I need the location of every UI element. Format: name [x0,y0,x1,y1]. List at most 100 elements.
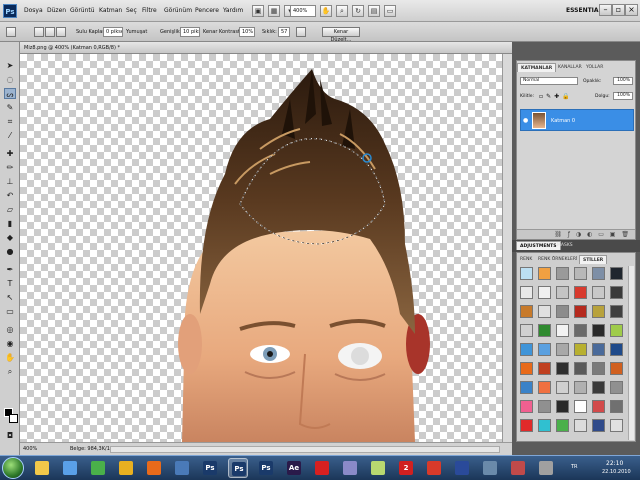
style-swatch[interactable] [520,267,533,280]
style-swatch[interactable] [610,305,623,318]
style-swatch[interactable] [538,419,551,432]
opacity-input[interactable]: 100% [613,77,633,85]
style-swatch[interactable] [610,419,623,432]
style-swatch[interactable] [538,400,551,413]
style-swatch[interactable] [592,419,605,432]
eye-icon[interactable]: ● [523,117,528,124]
arrange-documents-icon[interactable]: ▤ [368,5,380,17]
style-swatch[interactable] [520,400,533,413]
vertical-scrollbar[interactable] [502,54,512,442]
style-swatch[interactable] [574,400,587,413]
lock-icons[interactable]: ▫✎✚🔒 [539,93,573,100]
style-swatch[interactable] [592,343,605,356]
style-swatch[interactable] [556,400,569,413]
taskbar-app-icon[interactable] [116,458,136,478]
style-swatch[interactable] [520,419,533,432]
style-swatch[interactable] [538,286,551,299]
move-tool-icon[interactable]: ➤ [4,60,16,71]
dodge-tool-icon[interactable]: ● [4,246,16,257]
eyedropper-tool-icon[interactable]: ⁄ [4,130,16,141]
taskbar-app-icon[interactable] [340,458,360,478]
style-swatch[interactable] [592,305,605,318]
style-swatch[interactable] [520,305,533,318]
lasso-preset-icon[interactable] [6,27,16,37]
style-swatch[interactable] [538,381,551,394]
healing-brush-icon[interactable]: ✚ [4,148,16,159]
taskbar-app-icon[interactable]: 2 [396,458,416,478]
style-swatch[interactable] [574,343,587,356]
path-selection-icon[interactable]: ↖ [4,292,16,303]
taskbar-app-icon[interactable] [508,458,528,478]
language-indicator[interactable]: TR [571,464,578,470]
gradient-tool-icon[interactable]: ▮ [4,218,16,229]
3d-rotate-icon[interactable]: ◎ [4,324,16,335]
layer-row[interactable]: ● Katman 0 [520,109,634,131]
taskbar-app-icon[interactable] [368,458,388,478]
style-swatch[interactable] [574,419,587,432]
tab-channels[interactable]: KANALLAR [555,63,585,72]
menu-filtre[interactable]: Filtre [142,7,157,14]
style-swatch[interactable] [520,286,533,299]
menu-sec[interactable]: Seç [126,7,137,14]
history-brush-icon[interactable]: ↶ [4,190,16,201]
taskbar-app-icon[interactable] [60,458,80,478]
start-button[interactable] [2,457,24,479]
width-input[interactable]: 10 piksel [180,27,200,37]
mini-bridge-icon[interactable]: ▦ [268,5,280,17]
clock-time[interactable]: 22:10 [606,460,623,467]
type-tool-icon[interactable]: T [4,278,16,289]
tab-swatches[interactable]: RENK ÖRNEKLERİ [535,255,580,264]
minimize-icon[interactable]: – [599,4,612,16]
style-swatch[interactable] [520,324,533,337]
taskbar-app-icon[interactable] [88,458,108,478]
tab-styles[interactable]: STİLLER [579,255,608,264]
style-swatch[interactable] [556,286,569,299]
horizontal-scrollbar[interactable] [110,446,500,453]
taskbar-app-icon[interactable] [312,458,332,478]
3d-camera-icon[interactable]: ◉ [4,338,16,349]
style-swatch[interactable] [556,305,569,318]
style-swatch[interactable] [592,400,605,413]
crop-tool-icon[interactable]: ⌗ [4,116,16,127]
taskbar-app-icon[interactable] [480,458,500,478]
style-swatch[interactable] [520,381,533,394]
hand-tool-icon[interactable]: ✋ [320,5,332,17]
style-swatch[interactable] [610,343,623,356]
style-swatch[interactable] [520,362,533,375]
clock-date[interactable]: 22.10.2010 [602,469,631,475]
menu-duzen[interactable]: Düzen [47,7,66,14]
taskbar-app-icon[interactable]: Ps [200,458,220,478]
style-swatch[interactable] [574,305,587,318]
blur-tool-icon[interactable]: ◆ [4,232,16,243]
style-swatch[interactable] [556,362,569,375]
document-tab[interactable]: Miz8.png @ 400% (Katman 0,RGB/8) * [20,42,512,54]
zoom-tool-icon[interactable]: ⌕ [336,5,348,17]
canvas[interactable] [20,54,502,442]
rotate-view-icon[interactable]: ↻ [352,5,364,17]
screen-mode-icon[interactable]: ▭ [384,5,396,17]
menu-pencere[interactable]: Pencere [195,7,219,14]
menu-dosya[interactable]: Dosya [24,7,43,14]
contrast-input[interactable]: 10% [239,27,255,37]
quick-selection-tool-icon[interactable]: ✎ [4,102,16,113]
clone-stamp-icon[interactable]: ⊥ [4,176,16,187]
style-swatch[interactable] [592,286,605,299]
taskbar-app-icon[interactable] [32,458,52,478]
style-swatch[interactable] [538,343,551,356]
feather-input[interactable]: 0 piksel [103,27,123,37]
antialias-checkbox[interactable]: Yumuşat [126,29,147,35]
color-swatches[interactable] [4,408,18,424]
style-swatch[interactable] [574,324,587,337]
style-swatch[interactable] [556,381,569,394]
pen-tool-icon[interactable]: ✒ [4,264,16,275]
quick-mask-icon[interactable]: ◘ [4,430,16,441]
style-swatch[interactable] [610,381,623,394]
taskbar-app-icon[interactable] [424,458,444,478]
bridge-icon[interactable]: ▣ [252,5,264,17]
menu-yardim[interactable]: Yardım [223,7,243,14]
blend-mode-select[interactable]: Normal [520,77,578,85]
style-swatch[interactable] [538,267,551,280]
style-swatch[interactable] [610,324,623,337]
zoom-level[interactable]: 400% [23,446,37,452]
brush-tool-icon[interactable]: ✏ [4,162,16,173]
